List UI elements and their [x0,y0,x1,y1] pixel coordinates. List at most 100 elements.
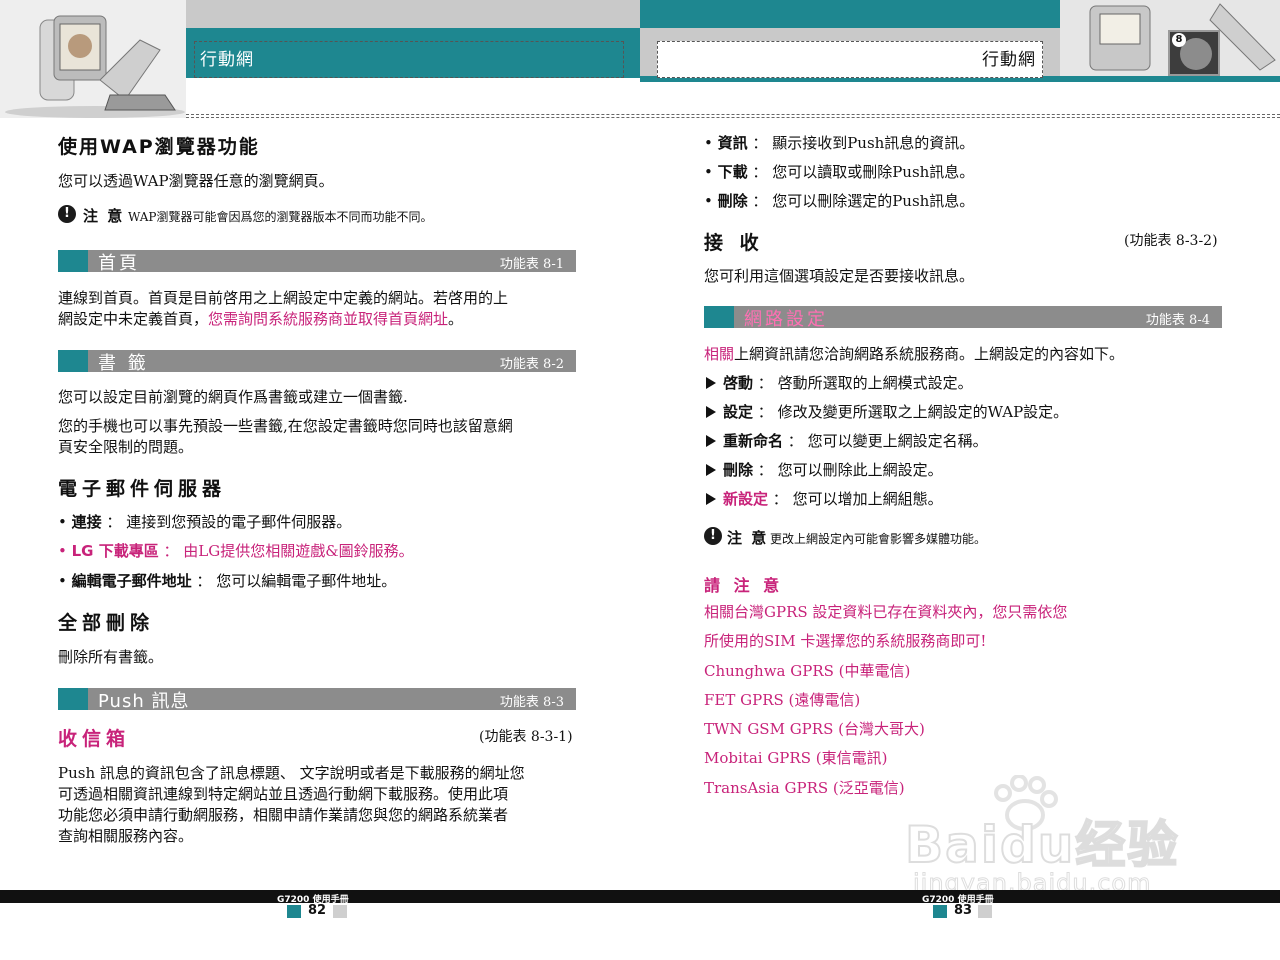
network-item-label: 設定 [723,403,754,421]
header-title-right: 行動網 [982,50,1036,70]
header-band-right-teal [640,0,1060,28]
attention-heading: 請 注 意 [704,576,784,595]
header-divider [186,114,1280,115]
inbox-text-line3: 功能您必須申請行動網服務，相關申請作業請您與您的網路系統業者 [58,806,509,824]
arrow-right-icon [706,435,716,447]
section-bar-bookmark: 書 籤 功能表 8-2 [58,350,576,374]
section-marker [58,350,88,372]
page-marker-left-grey [333,905,347,918]
section-title-push: Push 訊息 [98,691,190,712]
watermark-logo: Baidu经验 jingyan.baidu.com [904,775,1205,898]
header-title-left: 行動網 [200,50,254,70]
page-number-right: 83 [954,903,973,918]
home-text-line2-link: 您需詢問系統服務商並取得首頁網址 [208,310,449,328]
warning-icon: ! [704,527,722,545]
network-item-text: ： 修改及變更所選取之上網設定的WAP設定。 [757,403,1069,421]
email-item-edit: • 編輯電子郵件地址 ： 您可以編輯電子郵件地址。 [58,572,397,590]
note-text-left: WAP瀏覽器可能會因爲您的瀏覽器版本不同而功能不同。 [128,210,433,224]
inbox-text-line2: 可透過相關資訊連線到特定網站並且透過行動網下載服務。使用此項 [58,785,509,803]
wap-description: 您可以透過WAP瀏覽器任意的瀏覽網頁。 [58,172,334,190]
note-label-left: 注 意 [83,207,125,225]
push-item-download: • 下載 ： 您可以讀取或刪除Push訊息。 [704,163,975,181]
network-item-text: ： 啓動所選取的上網模式設定。 [757,374,973,392]
section-ref-bookmark: 功能表 8-2 [499,357,564,372]
section-ref-home: 功能表 8-1 [499,257,564,272]
email-item-lg-download: • LG 下載專區 ： 由LG提供您相關遊戲&圖鈴服務。 [58,542,414,560]
arrow-right-icon [706,406,716,418]
email-item-label: 連接 [71,513,102,531]
header-band-left-grey [186,0,640,28]
header-title-frame-left [194,41,624,78]
network-item-label: 新設定 [723,490,769,508]
section-title-network: 網路設定 [744,309,828,330]
network-item-new: 新設定 ： 您可以增加上網組態。 [723,488,943,510]
push-item-delete: • 刪除 ： 您可以刪除選定的Push訊息。 [704,192,975,210]
section-bar-push: Push 訊息 功能表 8-3 [58,688,576,712]
receive-ref: (功能表 8-3-2) [1124,233,1218,249]
attention-line6: Mobitai GPRS (東信電訊) [704,749,888,767]
network-item-text: ： 您可以刪除此上網設定。 [757,461,943,479]
network-item-delete: 刪除 ： 您可以刪除此上網設定。 [723,459,943,481]
page-marker-right-grey [978,905,992,918]
home-text-line1: 連線到首頁。首頁是目前啓用之上網設定中定義的網站。若啓用的上 [58,289,509,307]
home-text-line2-a: 網設定中未定義首頁， [58,310,209,328]
delete-all-heading: 全部刪除 [58,612,155,634]
section-ref-network: 功能表 8-4 [1145,313,1210,328]
attention-line3: Chunghwa GPRS (中華電信) [704,662,911,680]
inbox-text-line4: 查詢相關服務內容。 [58,827,194,845]
home-text-line2-c: 。 [448,310,464,328]
receive-heading: 接 收 [704,232,764,254]
page-marker-left [287,905,301,918]
watermark-text: Baidu经验 [904,815,1180,875]
home-text-line2: 網設定中未定義首頁，您需詢問系統服務商並取得首頁網址。 [58,308,463,330]
push-item-text: ： 您可以刪除選定的Push訊息。 [752,192,975,210]
push-item-info: • 資訊 ： 顯示接收到Push訊息的資訊。 [704,134,975,152]
inbox-text-line1: Push 訊息的資訊包含了訊息標題、 文字說明或者是下載服務的網址您 [58,764,525,782]
receive-text: 您可利用這個選項設定是否要接收訊息。 [704,267,975,285]
network-intro-a: 相關 [704,345,735,363]
network-item-settings: 設定 ： 修改及變更所選取之上網設定的WAP設定。 [723,401,1068,423]
arrow-right-icon [706,493,716,505]
attention-line4: FET GPRS (遠傳電信) [704,691,861,709]
wap-heading: 使用WAP瀏覽器功能 [58,136,260,158]
network-item-rename: 重新命名 ： 您可以變更上網設定名稱。 [723,430,988,452]
attention-line1: 相關台灣GPRS 設定資料已存在資料夾內，您只需依您 [704,603,1068,621]
bookmark-text-line1: 您可以設定目前瀏覽的網頁作爲書籤或建立一個書籤. [58,388,408,406]
phone-image-left [0,0,186,118]
section-title-bookmark: 書 籤 [98,353,149,374]
section-marker [58,250,88,272]
header-divider-2 [186,117,1280,118]
push-item-text: ： 顯示接收到Push訊息的資訊。 [752,134,975,152]
globe-icon: 8 [1168,30,1220,76]
footer-bar [0,890,1280,903]
note-label-right: 注 意 [727,529,769,547]
network-item-text: ： 您可以變更上網設定名稱。 [787,432,988,450]
section-bar-home: 首頁 功能表 8-1 [58,250,576,274]
arrow-right-icon [706,464,716,476]
attention-line5: TWN GSM GPRS (台灣大哥大) [704,720,925,738]
attention-line2: 所使用的SIM 卡選擇您的系統服務商即可! [704,632,987,650]
push-item-text: ： 您可以讀取或刪除Push訊息。 [752,163,975,181]
page-number-left: 82 [308,903,327,918]
network-item-label: 重新命名 [723,432,784,450]
section-marker [704,306,734,328]
section-bar-network: 網路設定 功能表 8-4 [704,306,1222,330]
section-ref-push: 功能表 8-3 [499,695,564,710]
email-item-label: 編輯電子郵件地址 [71,572,192,590]
arrow-right-icon [706,377,716,389]
network-intro-b: 上網資訊請您洽詢網路系統服務商。上網設定的內容如下。 [734,345,1125,363]
network-item-text: ： 您可以增加上網組態。 [772,490,943,508]
email-item-text: ： 由LG提供您相關遊戲&圖鈴服務。 [163,542,414,560]
email-item-text: ： 連接到您預設的電子郵件伺服器。 [106,513,352,531]
email-heading: 電子郵件伺服器 [58,478,227,500]
warning-icon: ! [58,205,76,223]
email-item-connect: • 連接 ： 連接到您預設的電子郵件伺服器。 [58,513,352,531]
network-item-label: 啓動 [723,374,754,392]
section-marker [58,688,88,710]
page-marker-right [933,905,947,918]
bookmark-text-line3: 頁安全限制的問題。 [58,438,194,456]
delete-all-text: 刪除所有書籤。 [58,648,164,666]
section-title-home: 首頁 [98,253,140,274]
email-item-label: LG 下載專區 [71,542,159,560]
bookmark-text-line2: 您的手機也可以事先預設一些書籤,在您設定書籤時您同時也該留意網 [58,417,513,435]
